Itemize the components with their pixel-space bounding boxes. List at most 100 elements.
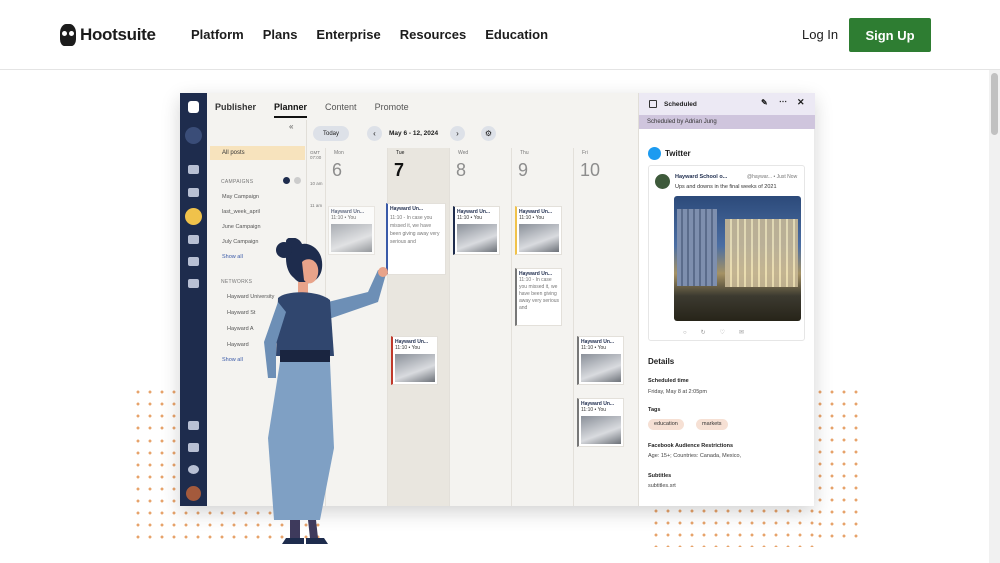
dashboard-icon[interactable] [188, 165, 199, 174]
compose-icon[interactable] [185, 127, 202, 144]
today-button[interactable]: Today [313, 126, 349, 141]
show-all-campaigns[interactable]: Show all [222, 254, 243, 260]
assignments-icon[interactable] [188, 257, 199, 266]
calendar-icon [649, 100, 657, 108]
scheduled-title: Scheduled [664, 100, 697, 108]
time-label: 10 am [310, 181, 323, 186]
post-card[interactable]: Hayward Un... 11:10 • You [577, 336, 624, 385]
twitter-icon [648, 147, 661, 160]
post-card-time: 11:10 • You [581, 345, 607, 351]
scheduled-post-panel: Scheduled ✎ ⋯ ✕ Scheduled by Adrian Jung… [638, 93, 815, 506]
day-number: 8 [456, 160, 467, 180]
post-card-time: 11:10 • You [519, 215, 545, 221]
post-card-expanded[interactable]: Hayward Un... 11:10 - In case you missed… [386, 203, 446, 275]
day-number: 9 [518, 160, 529, 180]
inbox-icon[interactable] [188, 235, 199, 244]
day-name: Tue [396, 150, 405, 156]
day-number: 6 [332, 160, 343, 180]
day-column-thu[interactable]: Thu 9 Hayward Un... 11:10 • You Hayward … [511, 148, 573, 506]
tab-publisher[interactable]: Publisher [215, 102, 256, 118]
details-heading: Details [648, 357, 675, 366]
post-card-image [457, 224, 497, 252]
subtitles-value: subtitles.srt [648, 483, 676, 489]
decorative-dots-bottom-right [650, 505, 820, 547]
post-card[interactable]: Hayward Un... 11:10 • You [453, 206, 500, 255]
day-number: 10 [580, 160, 601, 180]
tweet-account-name: Hayward School o... [675, 174, 728, 180]
legs [290, 520, 318, 538]
show-all-networks[interactable]: Show all [222, 357, 243, 363]
nav-plans[interactable]: Plans [263, 27, 298, 42]
scheduled-time-value: Friday, May 8 at 2:05pm [648, 389, 707, 395]
subtitles-label: Subtitles [648, 473, 672, 479]
notifications-icon[interactable] [188, 443, 199, 452]
tab-content[interactable]: Content [325, 102, 357, 118]
post-card-time: 11:10 • You [331, 215, 357, 221]
scrollbar-thumb[interactable] [991, 73, 998, 135]
more-campaign-icon[interactable] [294, 177, 301, 184]
tweet-text: Ups and downs in the final weeks of 2021 [675, 184, 777, 190]
signup-button[interactable]: Sign Up [849, 18, 931, 52]
post-card[interactable]: Hayward Un... 11:10 • You [577, 398, 624, 447]
post-card-time: 11:10 • You [581, 407, 607, 413]
campaigns-heading: CAMPAIGNS [221, 179, 254, 185]
top-navigation: Hootsuite Platform Plans Enterprise Reso… [0, 0, 1000, 70]
apps-icon[interactable] [188, 421, 199, 430]
hootsuite-logo[interactable]: Hootsuite [60, 24, 156, 46]
analytics-icon[interactable] [188, 279, 199, 288]
more-icon[interactable]: ⋯ [779, 97, 787, 106]
day-column-tue[interactable]: Tue 7 Hayward Un... 11:10 - In case you … [386, 148, 449, 506]
streams-icon[interactable] [188, 188, 199, 197]
post-card-image [519, 224, 559, 252]
day-column-wed[interactable]: Wed 8 Hayward Un... 11:10 • You [449, 148, 511, 506]
tag-chip[interactable]: markets [696, 419, 728, 430]
restrictions-label: Facebook Audience Restrictions [648, 443, 734, 449]
tag-chip[interactable]: education [648, 419, 684, 430]
campaign-item[interactable]: May Campaign [222, 194, 259, 200]
user-avatar[interactable] [186, 486, 201, 501]
skirt [268, 362, 334, 520]
collapse-icon[interactable]: « [289, 122, 293, 131]
help-icon[interactable] [188, 465, 199, 474]
post-card-text: 11:10 - In case you missed it, we have b… [519, 277, 560, 311]
owl-rail-icon [188, 101, 199, 113]
tweet-handle: @haywar... • Just Now [747, 174, 798, 180]
campaign-item[interactable]: last_week_april [222, 209, 260, 215]
post-card-image [395, 354, 435, 382]
post-card-title: Hayward Un... [390, 206, 424, 212]
settings-gear-icon[interactable]: ⚙ [481, 126, 496, 141]
post-card-time: 11:10 • You [395, 345, 421, 351]
decorative-dots-right [814, 386, 859, 546]
day-column-fri[interactable]: Fri 10 Hayward Un... 11:10 • You Hayward… [573, 148, 637, 506]
post-card[interactable]: Hayward Un... 11:10 - In case you missed… [515, 268, 562, 326]
page-scrollbar[interactable] [989, 70, 1000, 563]
tweet-preview[interactable]: Hayward School o... @haywar... • Just No… [648, 165, 805, 341]
campaign-item[interactable]: June Campaign [222, 224, 261, 230]
planner-icon[interactable] [185, 208, 202, 225]
scheduled-time-label: Scheduled time [648, 378, 689, 384]
tweet-actions-icon: ○↻♡✉ [683, 330, 759, 336]
nav-enterprise[interactable]: Enterprise [316, 27, 380, 42]
login-link[interactable]: Log In [802, 27, 838, 42]
nav-resources[interactable]: Resources [400, 27, 466, 42]
nav-platform[interactable]: Platform [191, 27, 244, 42]
network-item[interactable]: Hayward [227, 342, 249, 348]
prev-week-button[interactable]: ‹ [367, 126, 382, 141]
app-tabs: Publisher Planner Content Promote [215, 102, 409, 118]
tab-promote[interactable]: Promote [375, 102, 409, 118]
post-card-image [581, 416, 621, 444]
nav-education[interactable]: Education [485, 27, 548, 42]
add-campaign-icon[interactable] [283, 177, 290, 184]
next-week-button[interactable]: › [450, 126, 465, 141]
account-avatar [655, 174, 670, 189]
shoes [282, 538, 328, 544]
close-icon[interactable]: ✕ [797, 97, 805, 108]
hair-bun [276, 242, 292, 258]
post-card[interactable]: Hayward Un... 11:10 • You [391, 336, 438, 385]
post-card[interactable]: Hayward Un... 11:10 • You [515, 206, 562, 255]
edit-icon[interactable]: ✎ [761, 98, 768, 107]
day-name: Thu [520, 150, 529, 156]
day-name: Wed [458, 150, 469, 156]
all-posts-filter[interactable]: All posts [210, 146, 305, 160]
tab-planner[interactable]: Planner [274, 102, 308, 118]
